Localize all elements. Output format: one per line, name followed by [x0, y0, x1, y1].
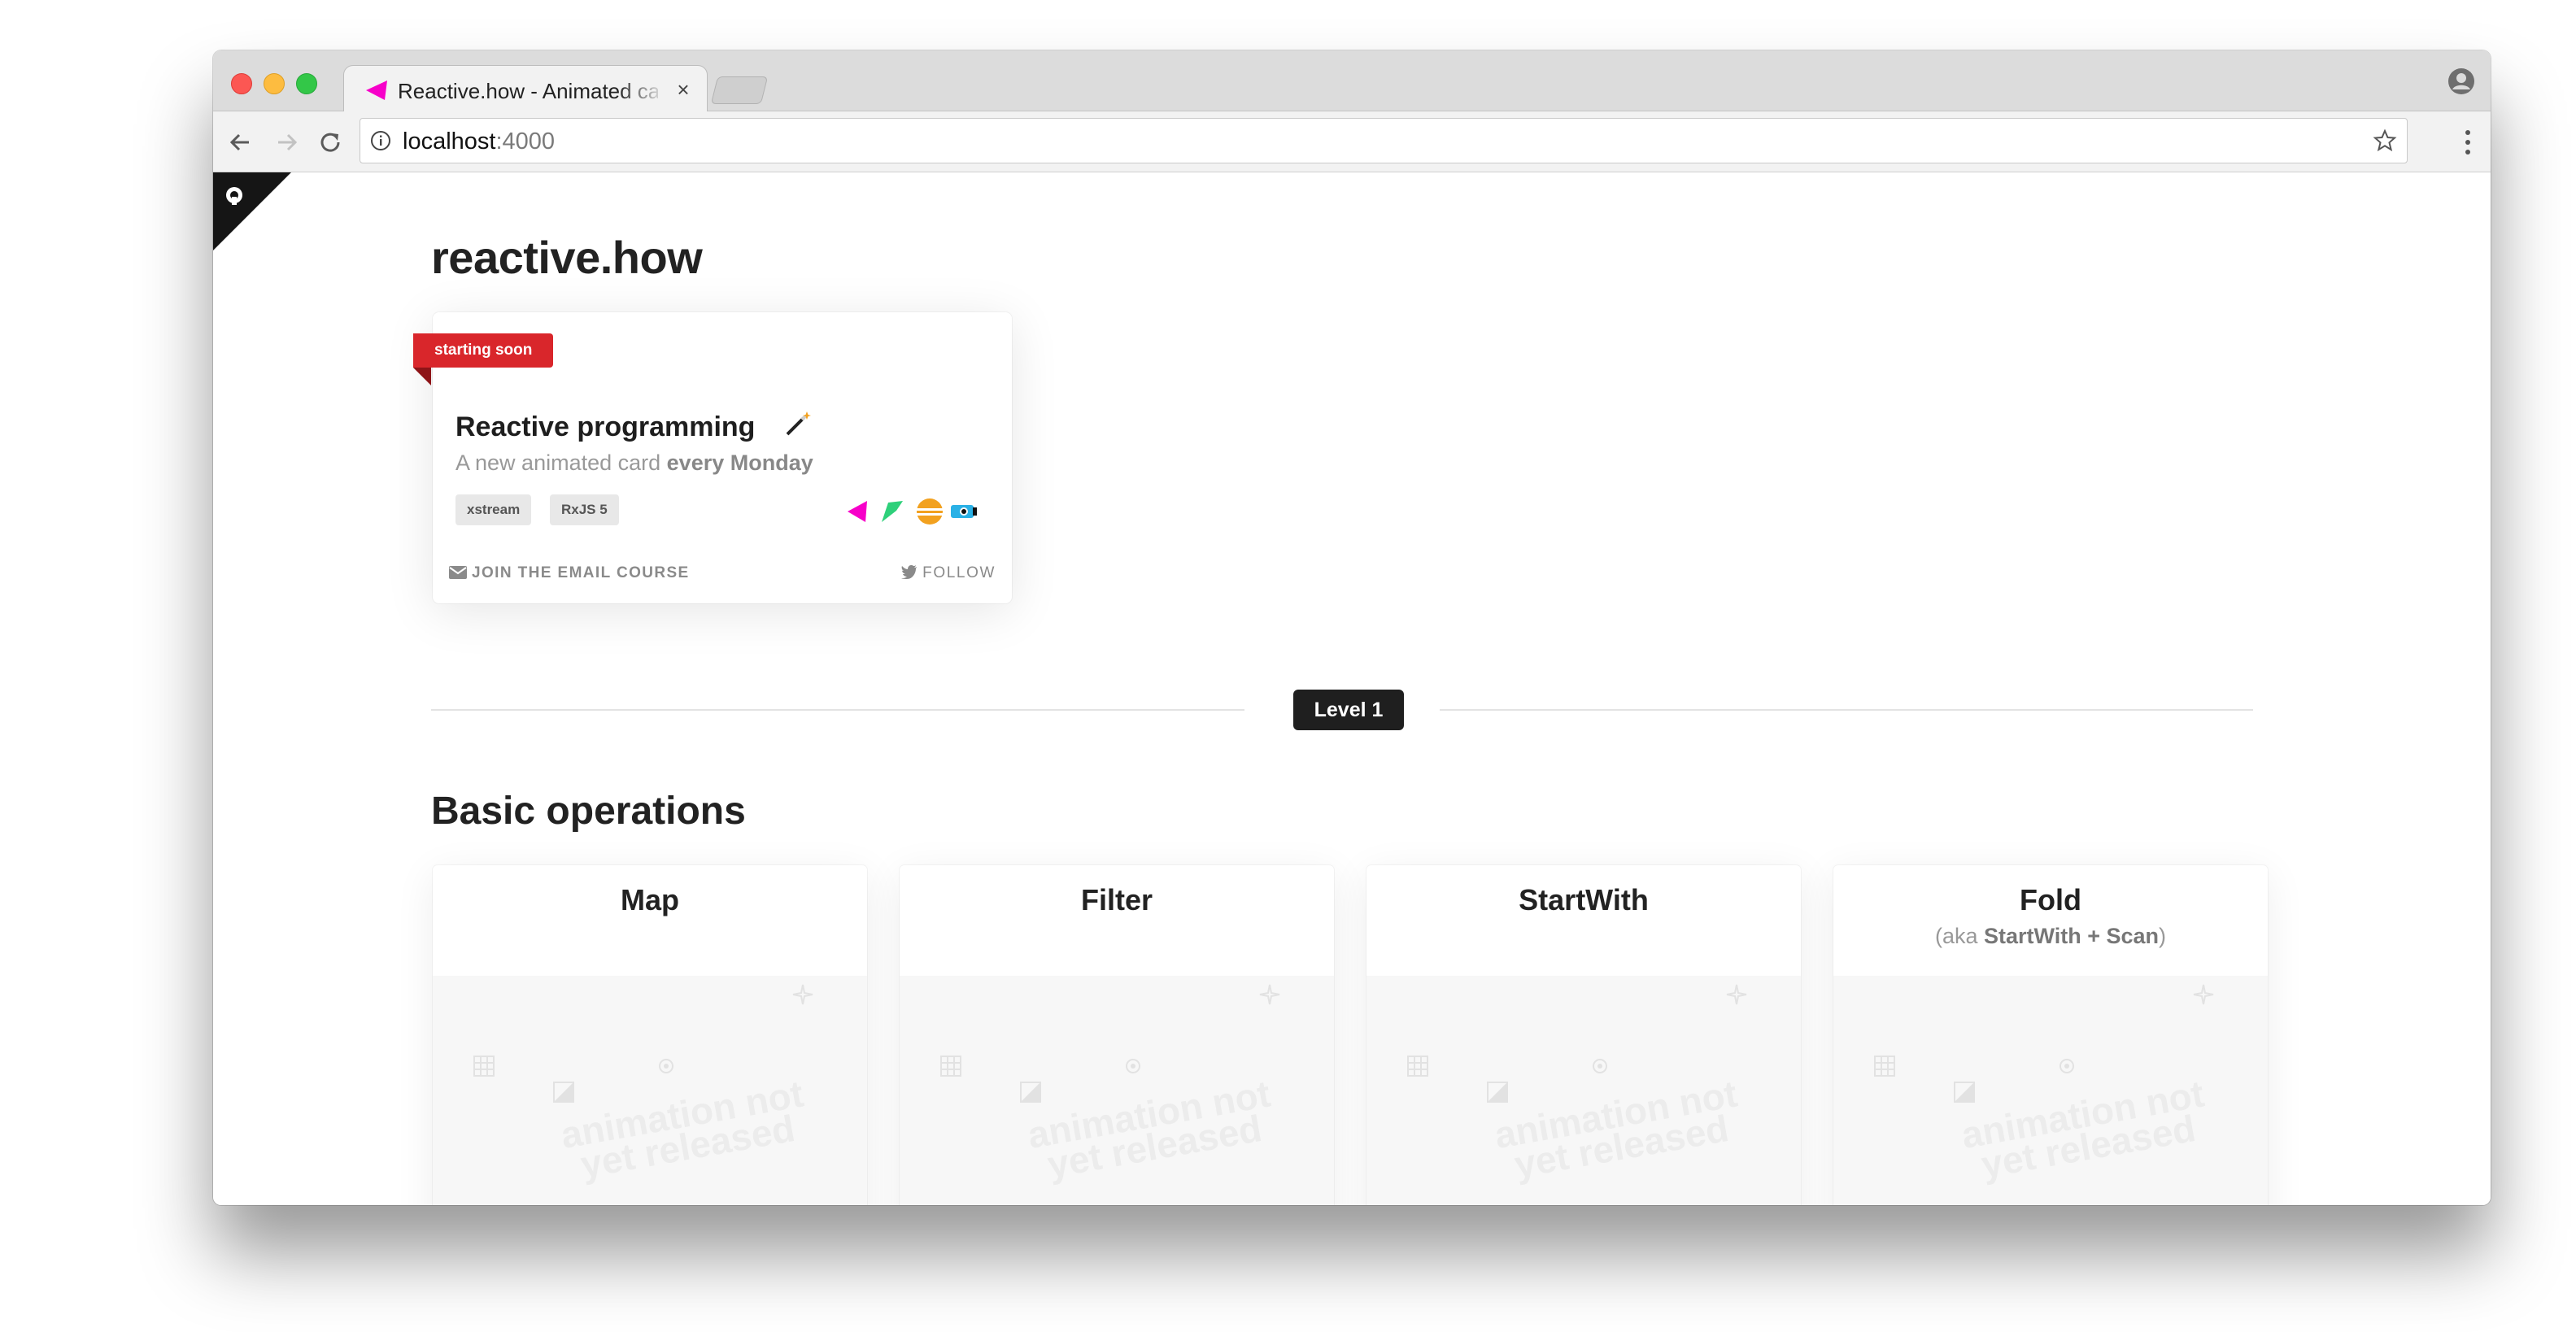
featured-card-title: Reactive programming — [455, 411, 756, 442]
maximize-window-button[interactable] — [296, 73, 317, 94]
new-tab-button[interactable] — [710, 76, 769, 104]
sparkle-icon — [1259, 984, 1280, 1005]
follow-link[interactable]: FOLLOW — [901, 564, 996, 582]
grid-icon — [940, 1056, 961, 1077]
operator-card-startwith[interactable]: StartWith animation not yet released — [1366, 865, 1801, 1205]
target-dot-icon — [2059, 1059, 2074, 1073]
subtitle-text: A new animated card — [455, 451, 667, 475]
url-text[interactable]: localhost:4000 — [403, 128, 555, 155]
address-bar[interactable]: localhost:4000 — [360, 118, 2408, 163]
featured-course-card[interactable]: starting soon Reactive programming A new… — [413, 312, 1012, 603]
animation-placeholder: animation not yet released — [900, 976, 1334, 1205]
grid-icon — [1874, 1056, 1895, 1077]
kefir-logo-icon — [951, 505, 977, 518]
grid-icon — [1407, 1056, 1428, 1077]
diagonal-square-icon — [1020, 1082, 1041, 1103]
animation-placeholder: animation not yet released — [433, 976, 867, 1205]
forward-arrow-icon[interactable] — [270, 126, 303, 159]
magic-wand-icon — [786, 411, 811, 436]
sparkle-icon — [1726, 984, 1747, 1005]
tag-rxjs[interactable]: RxJS 5 — [550, 494, 619, 525]
animation-not-released-text: animation not yet released — [1491, 1072, 1741, 1186]
most-logo-icon — [882, 501, 903, 522]
diagonal-square-icon — [1954, 1082, 1975, 1103]
level-divider-right — [1440, 709, 2253, 711]
info-icon[interactable] — [370, 130, 391, 151]
sparkle-icon — [2193, 984, 2214, 1005]
target-dot-icon — [1126, 1059, 1140, 1073]
site-title: reactive.how — [431, 232, 703, 283]
diagonal-square-icon — [1487, 1082, 1508, 1103]
minimize-window-button[interactable] — [264, 73, 285, 94]
diagonal-square-icon — [553, 1082, 574, 1103]
animation-placeholder: animation not yet released — [1833, 976, 2268, 1205]
operator-title: StartWith — [1519, 883, 1649, 916]
url-port: :4000 — [495, 128, 556, 155]
animation-not-released-text: animation not yet released — [1958, 1072, 2208, 1186]
xstream-logo-icon — [848, 501, 867, 522]
operator-title: Filter — [1080, 883, 1153, 916]
follow-label: FOLLOW — [922, 564, 996, 581]
tag-xstream[interactable]: xstream — [455, 494, 532, 525]
github-corner-icon[interactable] — [213, 172, 291, 250]
target-dot-icon — [1593, 1059, 1607, 1073]
aka-prefix: (aka — [1934, 924, 1984, 948]
ribbon-fold — [413, 368, 431, 385]
aka-operators: StartWith + Scan — [1983, 924, 2160, 948]
subtitle-emphasis: every Monday — [666, 451, 813, 475]
sparkle-icon — [792, 984, 813, 1005]
browser-window: Reactive.how - Animated cards × — [213, 50, 2491, 1205]
url-host: localhost — [403, 128, 496, 155]
operator-title: Fold — [2020, 883, 2081, 916]
animation-not-released-text: animation not yet released — [557, 1072, 807, 1186]
browser-toolbar: localhost:4000 — [213, 111, 2491, 172]
grid-icon — [473, 1056, 495, 1077]
kebab-menu-icon[interactable] — [2463, 128, 2473, 157]
reactive-how-favicon-icon — [366, 81, 387, 100]
close-window-button[interactable] — [231, 73, 252, 94]
profile-icon[interactable] — [2447, 67, 2476, 96]
operator-card-map[interactable]: Map animation not yet released — [433, 865, 867, 1205]
back-arrow-icon[interactable] — [224, 126, 257, 159]
browser-tab[interactable]: Reactive.how - Animated cards × — [343, 65, 708, 112]
email-course-link[interactable]: JOIN THE EMAIL COURSE — [449, 564, 690, 582]
level-badge: Level 1 — [1293, 690, 1404, 730]
operator-subtitle: (aka StartWith + Scan) — [1833, 924, 2268, 949]
title-bar: Reactive.how - Animated cards × — [213, 50, 2491, 112]
bookmark-star-icon[interactable] — [2373, 128, 2397, 153]
featured-card-subtitle: A new animated card every Monday — [455, 451, 813, 476]
close-tab-icon[interactable]: × — [671, 77, 695, 102]
bacon-logo-icon — [917, 498, 943, 525]
aka-suffix: ) — [2159, 924, 2167, 948]
animation-placeholder: animation not yet released — [1366, 976, 1801, 1205]
email-course-label: JOIN THE EMAIL COURSE — [472, 564, 690, 581]
twitter-icon — [901, 565, 918, 579]
level-divider-left — [431, 709, 1244, 711]
operator-card-filter[interactable]: Filter animation not yet released — [900, 865, 1334, 1205]
tab-title-fade — [617, 74, 666, 107]
target-dot-icon — [659, 1059, 673, 1073]
reload-icon[interactable] — [314, 126, 347, 159]
operator-card-fold[interactable]: Fold (aka StartWith + Scan) animation no… — [1833, 865, 2268, 1205]
operator-title: Map — [621, 883, 679, 916]
page-content: reactive.how starting soon Reactive prog… — [213, 172, 2491, 1205]
envelope-icon — [449, 566, 467, 579]
animation-not-released-text: animation not yet released — [1024, 1072, 1274, 1186]
starting-soon-ribbon: starting soon — [413, 333, 554, 368]
section-title: Basic operations — [431, 790, 746, 833]
